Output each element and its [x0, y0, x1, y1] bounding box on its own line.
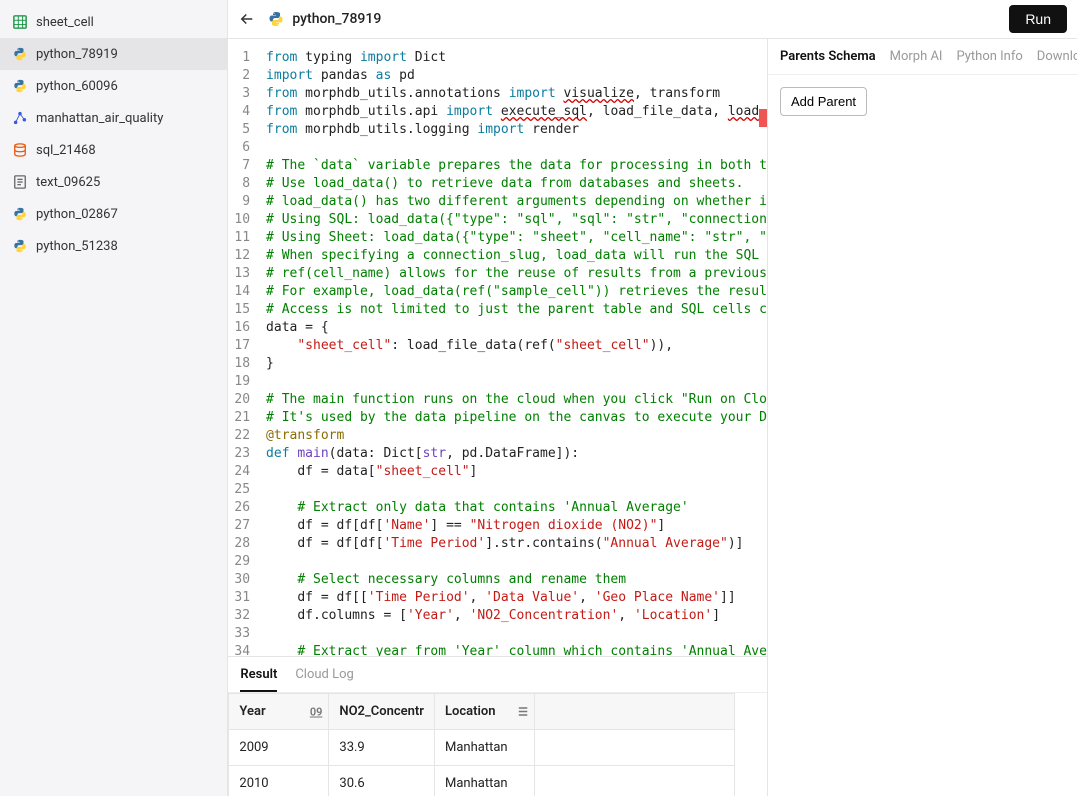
right-panel: Parents Schema Morph AI Python Info Downloa… — [767, 39, 1077, 796]
right-tabs: Parents Schema Morph AI Python Info Downloa… — [768, 39, 1077, 75]
cell: 33.9 — [329, 730, 435, 766]
text-type-icon: ☰ — [518, 705, 528, 718]
result-panel: Result Cloud Log Year 09 NO2_Concentr Locati… — [228, 656, 767, 796]
code-editor[interactable]: 1234567891011121314151617181920212223242… — [228, 39, 767, 656]
right-tab-python-info[interactable]: Python Info — [956, 49, 1022, 74]
python-icon — [12, 238, 28, 254]
graph-icon — [12, 110, 28, 126]
sidebar-item-python_60096[interactable]: python_60096 — [0, 70, 227, 102]
number-type-icon: 09 — [310, 705, 323, 718]
sidebar-item-sql_21468[interactable]: sql_21468 — [0, 134, 227, 166]
back-button[interactable] — [238, 10, 256, 28]
column-NO2_Concentr[interactable]: NO2_Concentr — [329, 694, 435, 730]
topbar: python_78919 Run — [228, 0, 1077, 38]
grid-icon — [12, 14, 28, 30]
column-label: Year — [239, 704, 265, 719]
sidebar-item-sheet_cell[interactable]: sheet_cell — [0, 6, 227, 38]
run-button[interactable]: Run — [1009, 5, 1067, 33]
sidebar-item-python_78919[interactable]: python_78919 — [0, 38, 227, 70]
editor-pane: 1234567891011121314151617181920212223242… — [228, 39, 767, 796]
line-gutter: 1234567891011121314151617181920212223242… — [228, 39, 260, 656]
result-tabs: Result Cloud Log — [228, 657, 767, 692]
sidebar-item-python_51238[interactable]: python_51238 — [0, 230, 227, 262]
right-tab-download[interactable]: Download — [1037, 49, 1077, 74]
sidebar-item-manhattan_air_quality[interactable]: manhattan_air_quality — [0, 102, 227, 134]
main: python_78919 Run 12345678910111213141516… — [228, 0, 1077, 796]
sidebar-item-python_02867[interactable]: python_02867 — [0, 198, 227, 230]
title-text: python_78919 — [292, 11, 381, 27]
python-icon — [12, 46, 28, 62]
cell: Manhattan — [434, 766, 534, 796]
cell: Manhattan — [434, 730, 534, 766]
column-label: NO2_Concentr — [339, 704, 424, 719]
db-icon — [12, 142, 28, 158]
result-table-wrap[interactable]: Year 09 NO2_Concentr Location ☰ 200933.9Manh… — [228, 692, 767, 796]
right-tab-morph-ai[interactable]: Morph AI — [890, 49, 943, 74]
sidebar-item-label: python_60096 — [36, 79, 118, 94]
cell: 30.6 — [329, 766, 435, 796]
sidebar-item-label: text_09625 — [36, 175, 100, 190]
add-parent-button[interactable]: Add Parent — [780, 87, 867, 116]
cell: 2010 — [229, 766, 329, 796]
python-icon — [12, 78, 28, 94]
column-Location[interactable]: Location ☰ — [434, 694, 534, 730]
text-icon — [12, 174, 28, 190]
cell: 2009 — [229, 730, 329, 766]
column-Year[interactable]: Year 09 — [229, 694, 329, 730]
right-body: Add Parent — [768, 75, 1077, 128]
error-marker — [759, 109, 767, 127]
code-content[interactable]: from typing import Dictimport pandas as … — [260, 39, 767, 656]
sidebar-item-label: python_02867 — [36, 207, 118, 222]
python-icon — [12, 206, 28, 222]
sidebar-item-label: sheet_cell — [36, 15, 94, 30]
result-tab-result[interactable]: Result — [240, 667, 277, 692]
right-tab-parents-schema[interactable]: Parents Schema — [780, 49, 876, 74]
file-title: python_78919 — [268, 11, 1009, 27]
sidebar-item-label: python_51238 — [36, 239, 118, 254]
column-label: Location — [445, 704, 496, 719]
sidebar-item-label: python_78919 — [36, 47, 118, 62]
sidebar-item-label: sql_21468 — [36, 143, 96, 158]
sidebar-item-text_09625[interactable]: text_09625 — [0, 166, 227, 198]
result-table: Year 09 NO2_Concentr Location ☰ 200933.9Manh… — [228, 693, 735, 796]
sidebar: sheet_cell python_78919 python_60096manhat… — [0, 0, 228, 796]
table-row[interactable]: 200933.9Manhattan — [229, 730, 735, 766]
sidebar-item-label: manhattan_air_quality — [36, 111, 163, 126]
python-icon — [268, 11, 284, 27]
result-tab-cloud-log[interactable]: Cloud Log — [295, 667, 353, 692]
table-row[interactable]: 201030.6Manhattan — [229, 766, 735, 796]
